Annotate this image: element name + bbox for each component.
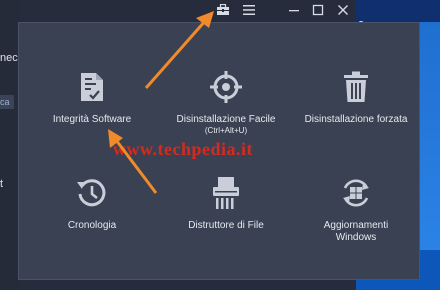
arrow-to-integrita-software bbox=[108, 129, 158, 194]
arrow-to-toolbox bbox=[144, 11, 214, 89]
annotation-arrows bbox=[108, 11, 214, 194]
